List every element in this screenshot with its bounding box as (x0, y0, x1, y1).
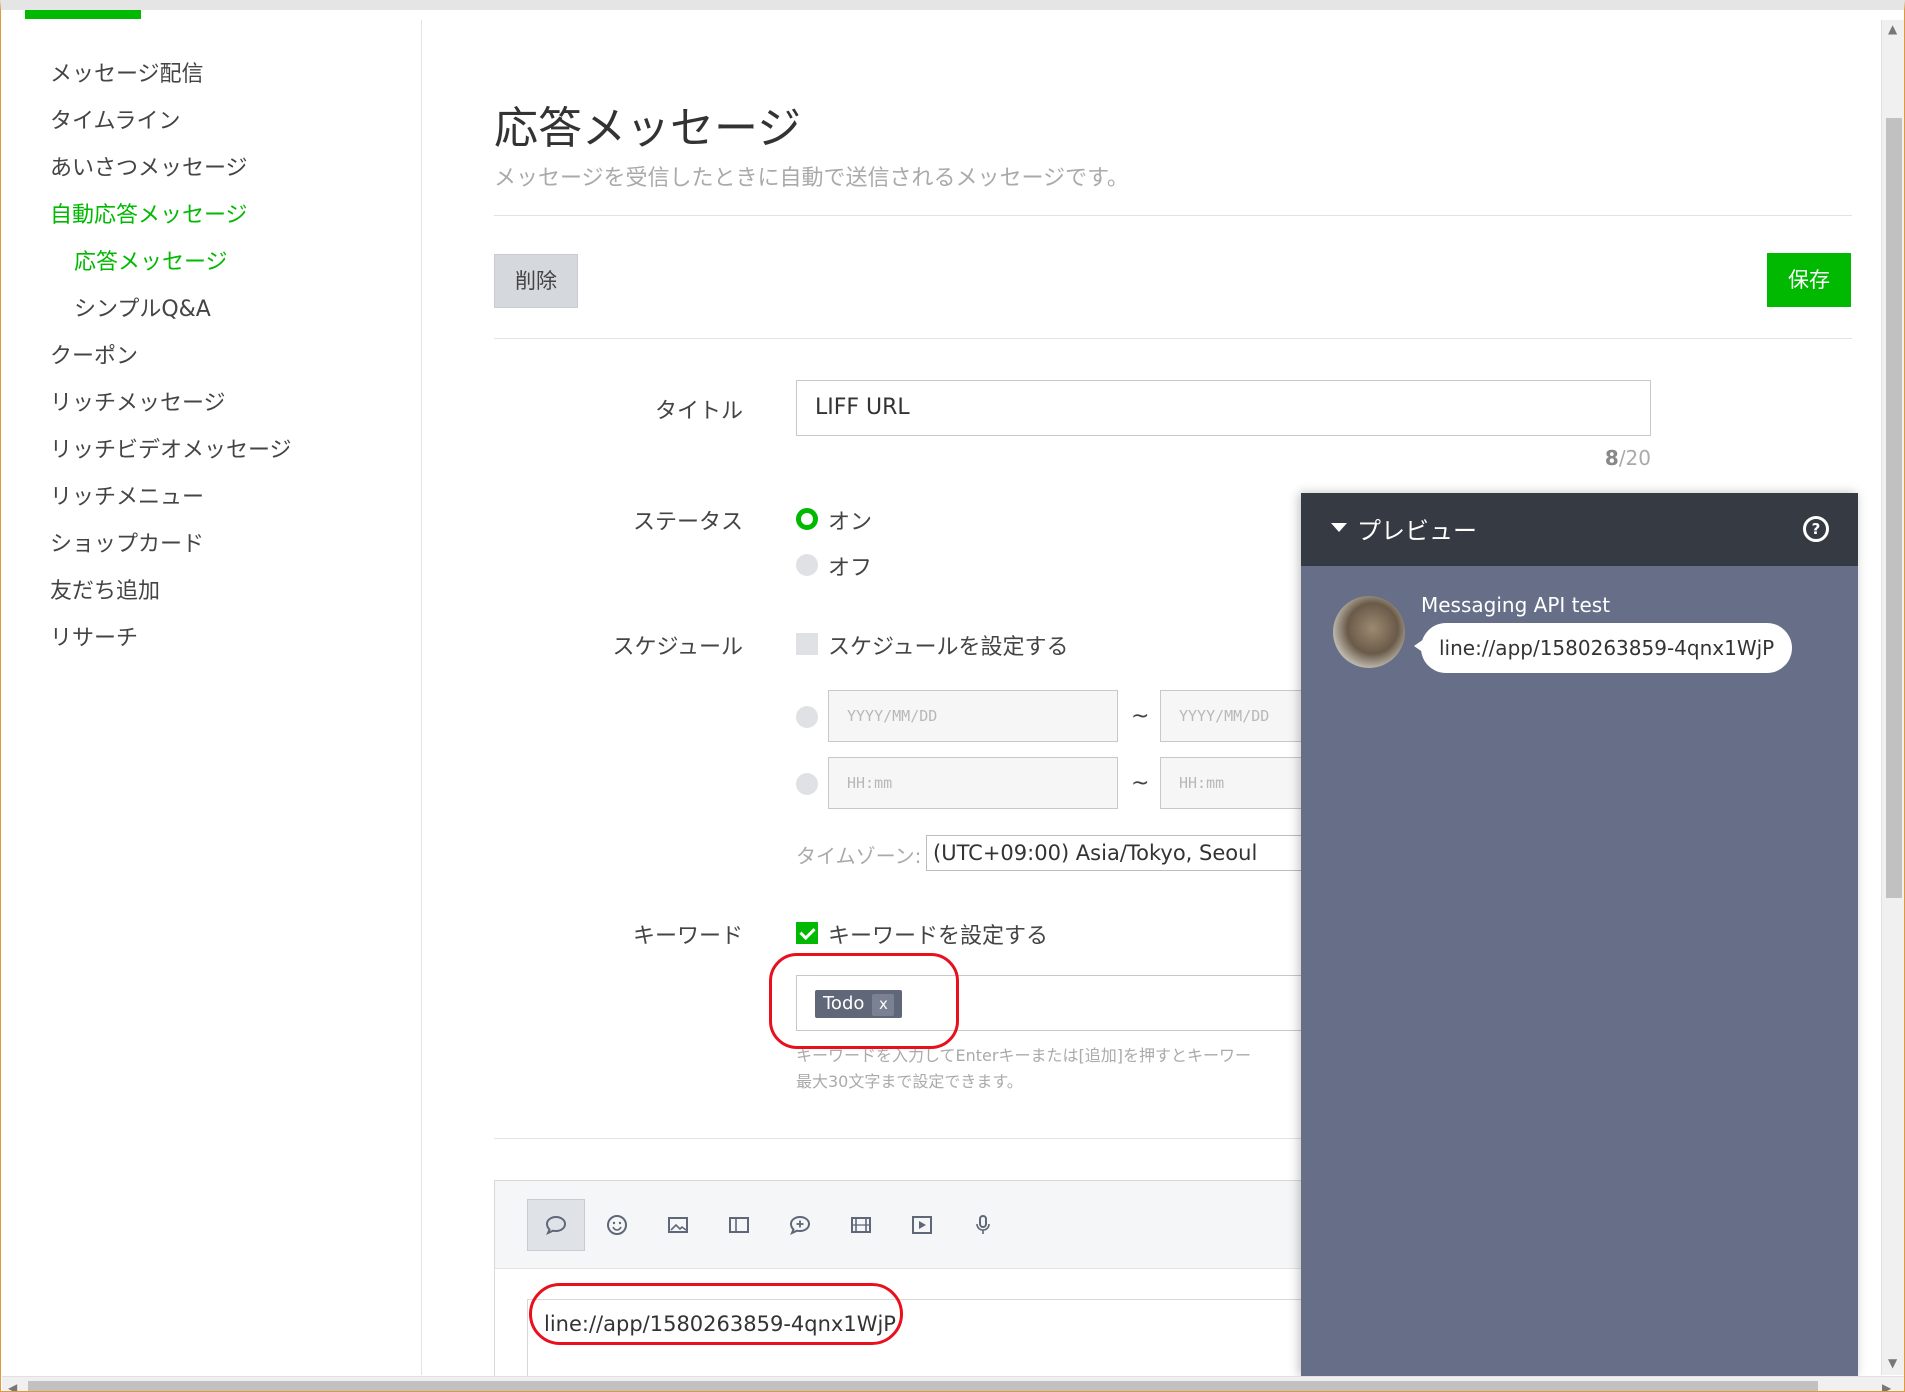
status-label: ステータス (632, 510, 743, 535)
vertical-scrollbar[interactable]: ▲ ▼ (1881, 20, 1904, 1375)
preview-title: プレビュー (1357, 517, 1477, 545)
video-icon[interactable] (832, 1199, 890, 1251)
end-date-input[interactable]: YYYY/MM/DD (1160, 690, 1310, 742)
sidebar-item-rich-video[interactable]: リッチビデオメッセージ (50, 432, 292, 464)
save-button[interactable]: 保存 (1767, 253, 1851, 307)
status-on-radio[interactable] (796, 508, 818, 530)
sidebar-item-message-delivery[interactable]: メッセージ配信 (50, 56, 204, 88)
top-accent-bar (25, 10, 141, 19)
schedule-time-radio[interactable] (796, 773, 818, 795)
divider (494, 338, 1852, 339)
keyword-label: キーワード (632, 924, 743, 949)
start-date-input[interactable]: YYYY/MM/DD (828, 690, 1118, 742)
status-off-label: オフ (828, 556, 873, 581)
title-char-count: 8 (1604, 446, 1619, 470)
scroll-down-arrow-icon[interactable]: ▼ (1888, 1356, 1897, 1370)
scroll-left-arrow-icon[interactable]: ◀ (8, 1381, 17, 1391)
timezone-label: タイムゾーン: (796, 844, 922, 868)
page-title: 応答メッセージ (494, 103, 802, 154)
text-icon[interactable] (527, 1199, 585, 1251)
sidebar-item-add-friends[interactable]: 友だち追加 (50, 573, 160, 605)
sidebar-item-auto-response[interactable]: 自動応答メッセージ (50, 197, 248, 229)
sidebar-item-response-message[interactable]: 応答メッセージ (74, 244, 228, 276)
timezone-select[interactable]: (UTC+09:00) Asia/Tokyo, Seoul (926, 835, 1306, 871)
status-on-label: オン (828, 510, 873, 535)
annotation-ellipse-editor (529, 1283, 903, 1345)
schedule-label: スケジュール (612, 635, 743, 660)
start-time-input[interactable]: HH:mm (828, 757, 1118, 809)
title-input[interactable]: LIFF URL (796, 380, 1651, 436)
emoji-icon[interactable] (588, 1199, 646, 1251)
preview-message-bubble: line://app/1580263859-4qnx1WjP (1413, 623, 1793, 673)
caret-down-icon (1331, 523, 1347, 532)
sidebar-item-shop-card[interactable]: ショップカード (50, 526, 204, 558)
sidebar-item-greeting[interactable]: あいさつメッセージ (50, 150, 248, 182)
time-range-tilde: ~ (1131, 771, 1150, 796)
browser-frame: メッセージ配信 タイムライン あいさつメッセージ 自動応答メッセージ 応答メッセ… (0, 0, 1905, 1392)
page-description: メッセージを受信したときに自動で送信されるメッセージです。 (494, 166, 1129, 191)
scroll-right-arrow-icon[interactable]: ▶ (1882, 1381, 1891, 1391)
date-range-tilde: ~ (1131, 704, 1150, 729)
scroll-up-arrow-icon[interactable]: ▲ (1888, 22, 1897, 36)
title-label: タイトル (654, 399, 743, 424)
mic-icon[interactable] (954, 1199, 1012, 1251)
preview-sender-name: Messaging API test (1421, 593, 1611, 617)
image-icon[interactable] (649, 1199, 707, 1251)
keyword-help-line2: 最大30文字まで設定できます。 (796, 1072, 1023, 1091)
schedule-checkbox[interactable] (796, 633, 818, 655)
richmessage-icon[interactable] (771, 1199, 829, 1251)
keyword-checkbox[interactable] (796, 922, 818, 944)
horizontal-scrollbar[interactable]: ◀ ▶ (2, 1376, 1904, 1391)
sidebar: メッセージ配信 タイムライン あいさつメッセージ 自動応答メッセージ 応答メッセ… (2, 20, 422, 1375)
play-icon[interactable] (893, 1199, 951, 1251)
horizontal-scroll-thumb[interactable] (28, 1381, 1818, 1391)
avatar (1333, 596, 1405, 668)
help-icon[interactable]: ? (1803, 516, 1829, 542)
divider (494, 215, 1852, 216)
sidebar-item-rich-menu[interactable]: リッチメニュー (50, 479, 204, 511)
sidebar-item-rich-message[interactable]: リッチメッセージ (50, 385, 226, 417)
keyword-checkbox-label: キーワードを設定する (828, 924, 1049, 949)
end-time-input[interactable]: HH:mm (1160, 757, 1310, 809)
sidebar-item-timeline[interactable]: タイムライン (50, 103, 180, 135)
status-off-radio[interactable] (796, 554, 818, 576)
sidebar-item-research[interactable]: リサーチ (50, 620, 138, 652)
schedule-date-radio[interactable] (796, 706, 818, 728)
annotation-ellipse-keyword (769, 953, 959, 1049)
schedule-checkbox-label: スケジュールを設定する (828, 635, 1069, 660)
sidebar-item-simple-qa[interactable]: シンプルQ&A (74, 291, 211, 323)
title-char-counter: 8/20 (1573, 446, 1651, 470)
coupon-icon[interactable] (710, 1199, 768, 1251)
delete-button[interactable]: 削除 (494, 254, 578, 308)
title-char-max: /20 (1618, 446, 1651, 470)
sidebar-item-coupon[interactable]: クーポン (50, 338, 138, 370)
preview-header[interactable]: プレビュー ? (1301, 493, 1858, 566)
preview-panel: プレビュー ? Messaging API test line://app/15… (1301, 493, 1858, 1376)
vertical-scroll-thumb[interactable] (1886, 118, 1902, 898)
